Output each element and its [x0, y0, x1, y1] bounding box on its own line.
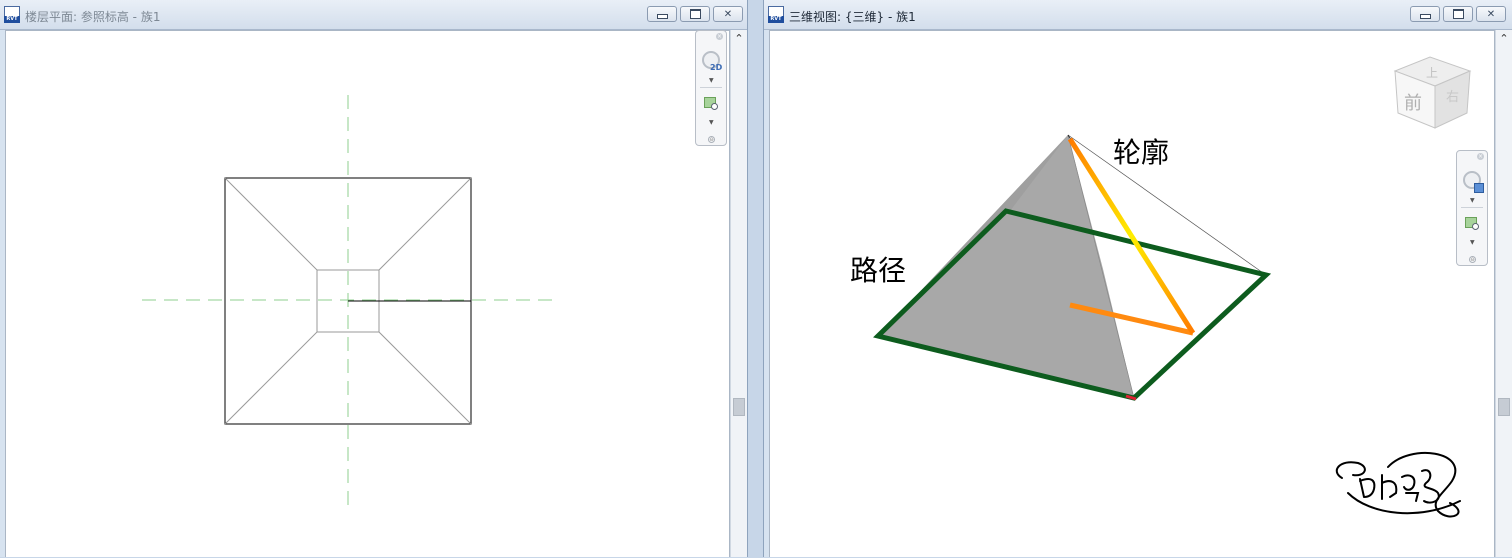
minimize-icon: [1419, 14, 1431, 19]
revit-icon-label: RVT: [768, 16, 784, 23]
dropdown-arrow-icon[interactable]: ▼: [1470, 239, 1475, 246]
close-navbar-icon[interactable]: ×: [716, 33, 723, 40]
vertical-scrollbar[interactable]: ⌃: [730, 30, 747, 557]
scroll-up-icon[interactable]: ⌃: [1496, 32, 1512, 45]
magnifier-icon: [711, 103, 718, 110]
edge-line: [378, 331, 472, 425]
title-bar[interactable]: RVT 三维视图: {三维} - 族1 ✕: [764, 0, 1512, 30]
navbar-separator: [700, 87, 722, 88]
2d-badge: 2D: [710, 63, 723, 72]
dropdown-arrow-icon[interactable]: ▼: [709, 77, 714, 84]
3d-canvas[interactable]: 轮廓 路径 上 前 右: [769, 30, 1495, 557]
navbar-options-icon[interactable]: ⊖: [1469, 256, 1476, 263]
scroll-thumb[interactable]: [733, 398, 745, 416]
signature-watermark: [1335, 451, 1461, 518]
floor-plan-window[interactable]: RVT 楼层平面: 参照标高 - 族1 ✕ × 2D ▼ ▼ ⊖ ⌃: [0, 0, 748, 557]
maximize-button[interactable]: [1443, 6, 1473, 22]
minimize-button[interactable]: [647, 6, 677, 22]
3d-cube-badge-icon: [1474, 183, 1484, 193]
navigation-bar[interactable]: × 2D ▼ ▼ ⊖: [695, 30, 727, 146]
navigation-bar[interactable]: × ▼ ▼ ⊖: [1456, 150, 1488, 266]
vertical-scrollbar[interactable]: ⌃: [1495, 30, 1512, 557]
revit-icon-label: RVT: [4, 16, 20, 23]
maximize-icon: [1452, 9, 1464, 19]
floor-plan-drawing: [142, 95, 556, 506]
revit-document-icon: RVT: [4, 6, 20, 23]
maximize-icon: [689, 9, 701, 19]
minimize-icon: [656, 14, 668, 19]
maximize-button[interactable]: [680, 6, 710, 22]
drawing-canvas[interactable]: [5, 30, 730, 557]
3d-view-window[interactable]: RVT 三维视图: {三维} - 族1 ✕ 轮廓 路径 上 前 右 × ▼ ▼ …: [763, 0, 1512, 557]
close-icon: ✕: [723, 8, 733, 20]
minimize-button[interactable]: [1410, 6, 1440, 22]
close-icon: ✕: [1486, 8, 1496, 20]
navbar-options-icon[interactable]: ⊖: [708, 136, 715, 143]
edge-line: [378, 177, 472, 271]
scroll-up-icon[interactable]: ⌃: [731, 32, 747, 45]
window-title: 三维视图: {三维} - 族1: [789, 10, 916, 24]
title-bar[interactable]: RVT 楼层平面: 参照标高 - 族1 ✕: [0, 0, 747, 30]
revit-document-icon: RVT: [768, 6, 784, 23]
close-button[interactable]: ✕: [1476, 6, 1506, 22]
close-navbar-icon[interactable]: ×: [1477, 153, 1484, 160]
scroll-thumb[interactable]: [1498, 398, 1510, 416]
dropdown-arrow-icon[interactable]: ▼: [1470, 197, 1475, 204]
magnifier-icon: [1472, 223, 1479, 230]
navbar-separator: [1461, 207, 1483, 208]
dropdown-arrow-icon[interactable]: ▼: [709, 119, 714, 126]
edge-line: [224, 177, 318, 271]
edge-line: [224, 331, 318, 425]
window-title: 楼层平面: 参照标高 - 族1: [25, 10, 161, 24]
close-button[interactable]: ✕: [713, 6, 743, 22]
